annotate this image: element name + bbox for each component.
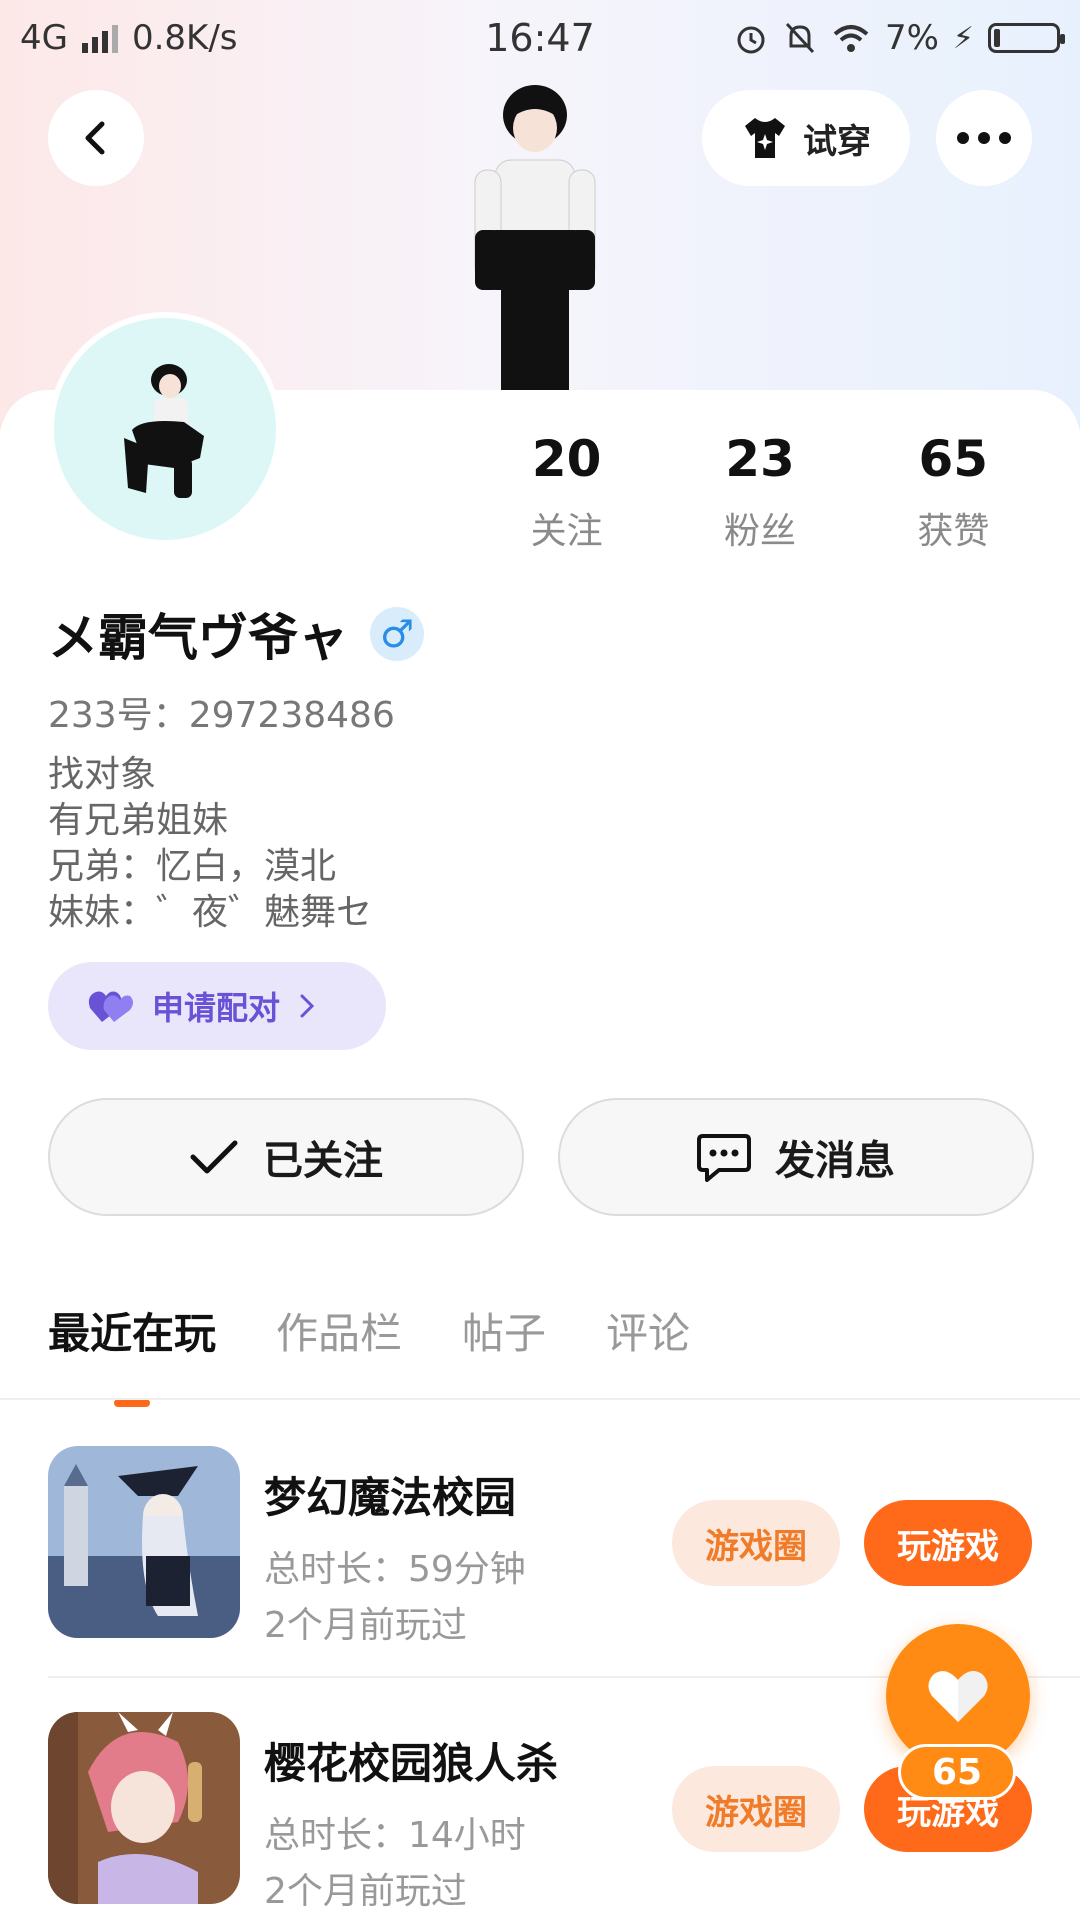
charging-icon: ⚡	[952, 20, 974, 56]
stat-fans[interactable]: 23 粉丝	[663, 430, 856, 554]
game-last-played: 2个月前玩过	[264, 1871, 467, 1912]
character-3d-figure	[474, 85, 596, 390]
game-duration: 总时长：14小时	[264, 1815, 526, 1856]
tshirt-icon	[745, 118, 785, 158]
apply-pair-label: 申请配对	[152, 989, 281, 1027]
followed-label: 已关注	[263, 1138, 383, 1184]
stat-value: 23	[725, 430, 795, 488]
bio-line: 找对象	[48, 754, 157, 795]
mute-bell-icon	[785, 22, 815, 54]
status-bar: 4G 0.8K/s 16:47 7% ⚡	[0, 0, 1080, 76]
game-thumbnail	[48, 1712, 240, 1904]
tab-posts[interactable]: 帖子	[462, 1300, 546, 1361]
user-id: 233号：297238486	[48, 695, 395, 736]
bio-line: 兄弟：忆白，漠北	[48, 846, 337, 887]
game-duration: 总时长：59分钟	[264, 1549, 526, 1590]
divider	[0, 1398, 1080, 1400]
avatar[interactable]	[48, 312, 282, 546]
stat-label: 粉丝	[723, 511, 796, 552]
nickname-row: メ霸气ヴ爷ャ ♂	[48, 598, 424, 670]
chevron-right-icon	[300, 994, 315, 1018]
like-count-badge: 65	[898, 1744, 1016, 1800]
chat-bubble-icon	[697, 1134, 751, 1182]
bio: 找对象 有兄弟姐妹 兄弟：忆白，漠北 妹妹：゛夜゛魅舞セ	[48, 752, 372, 936]
game-last-played: 2个月前玩过	[264, 1605, 467, 1646]
signal-icon	[81, 23, 118, 53]
chevron-left-icon	[85, 121, 105, 155]
game-title: 樱花校园狼人杀	[264, 1739, 559, 1788]
profile-tabs: 最近在玩 作品栏 帖子 评论	[48, 1300, 690, 1361]
battery-percent: 7%	[884, 18, 939, 58]
try-on-button[interactable]: 试穿	[702, 90, 910, 186]
play-game-button[interactable]: 玩游戏	[864, 1500, 1032, 1586]
gender-male-icon: ♂	[370, 607, 424, 661]
checkmark-icon	[190, 1140, 238, 1174]
try-on-label: 试穿	[803, 121, 871, 162]
stat-following[interactable]: 20 关注	[470, 430, 663, 554]
stats-row: 20 关注 23 粉丝 65 获赞	[470, 430, 1050, 554]
wifi-icon	[833, 25, 869, 52]
list-item-game[interactable]: 梦幻魔法校园 总时长：59分钟 2个月前玩过 游戏圈 玩游戏	[48, 1446, 1058, 1646]
more-dots-icon	[957, 132, 1011, 144]
battery-icon	[988, 23, 1065, 53]
network-type: 4G	[20, 18, 68, 58]
tab-works[interactable]: 作品栏	[276, 1300, 402, 1361]
stat-value: 20	[531, 430, 602, 488]
stat-label: 获赞	[917, 511, 990, 552]
stat-label: 关注	[530, 511, 603, 552]
tab-comments[interactable]: 评论	[606, 1300, 690, 1361]
game-circle-button[interactable]: 游戏圈	[672, 1766, 840, 1852]
send-message-label: 发消息	[775, 1138, 895, 1184]
stat-likes[interactable]: 65 获赞	[857, 430, 1050, 554]
game-title: 梦幻魔法校园	[264, 1473, 517, 1522]
bio-line: 有兄弟姐妹	[48, 800, 229, 841]
tab-recently-played[interactable]: 最近在玩	[48, 1300, 216, 1361]
alarm-icon	[737, 26, 765, 54]
followed-button[interactable]: 已关注	[48, 1098, 524, 1216]
more-button[interactable]	[936, 90, 1032, 186]
avatar-figure	[124, 364, 204, 498]
back-button[interactable]	[48, 90, 144, 186]
heart-icon	[928, 1671, 988, 1722]
game-circle-button[interactable]: 游戏圈	[672, 1500, 840, 1586]
apply-pair-button[interactable]: 申请配对	[48, 962, 386, 1050]
send-message-button[interactable]: 发消息	[558, 1098, 1034, 1216]
nickname: メ霸气ヴ爷ャ	[48, 609, 348, 667]
stat-value: 65	[918, 430, 989, 488]
double-heart-icon	[88, 991, 133, 1022]
bio-line: 妹妹：゛夜゛魅舞セ	[48, 892, 373, 933]
network-speed: 0.8K/s	[131, 18, 238, 58]
game-thumbnail	[48, 1446, 240, 1638]
